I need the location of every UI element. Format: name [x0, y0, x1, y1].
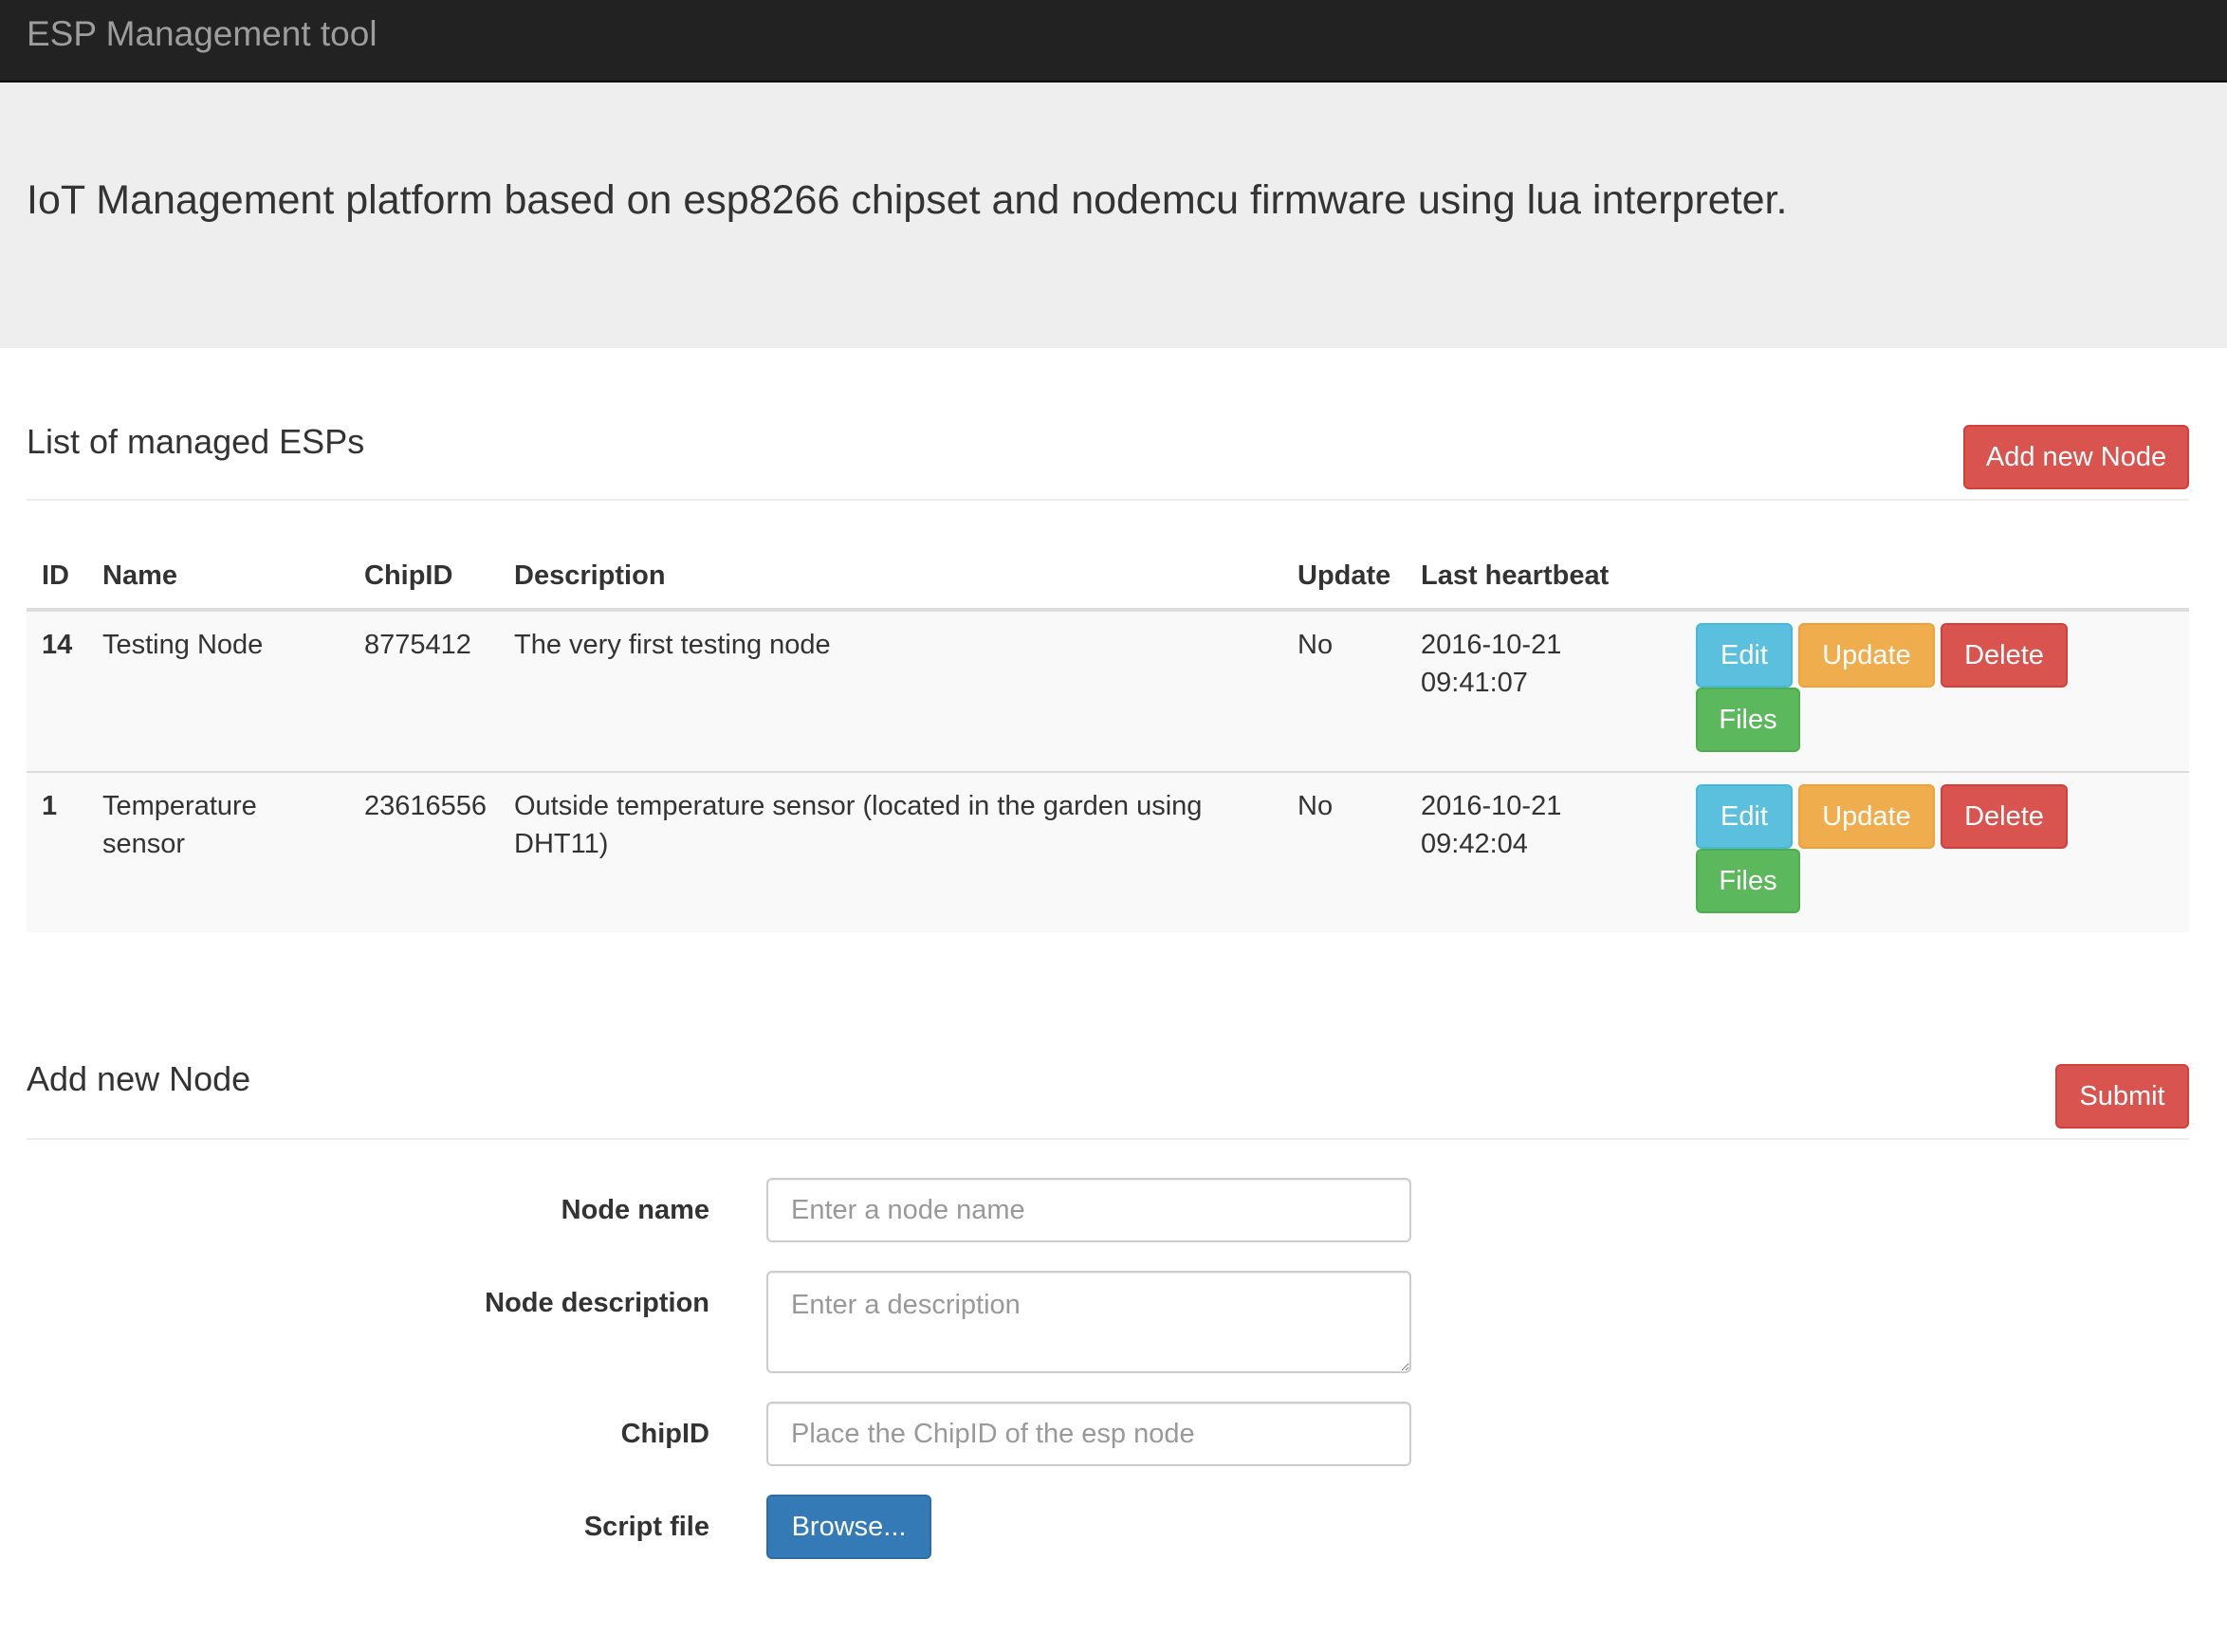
- row-name: Testing Node: [102, 630, 264, 660]
- node-description-label: Node description: [485, 1288, 709, 1318]
- update-button[interactable]: Update: [1798, 784, 1935, 849]
- table-header-name: Name: [102, 560, 177, 591]
- esp-table: ID Name ChipID Description Update Last h…: [27, 536, 2189, 932]
- row-heartbeat-time: 09:42:04: [1421, 829, 1528, 859]
- submit-button[interactable]: Submit: [2055, 1064, 2189, 1129]
- browse-button[interactable]: Browse...: [766, 1495, 931, 1559]
- table-header-id: ID: [42, 560, 69, 591]
- row-update: No: [1298, 630, 1334, 660]
- navbar-brand[interactable]: ESP Management tool: [27, 13, 377, 55]
- list-section-title: List of managed ESPs: [27, 422, 365, 461]
- node-name-label: Node name: [561, 1195, 709, 1225]
- delete-button[interactable]: Delete: [1941, 623, 2068, 688]
- table-header-chipid: ChipID: [364, 560, 453, 591]
- row-id: 1: [42, 791, 58, 821]
- row-heartbeat-date: 2016-10-21: [1421, 791, 1562, 821]
- add-node-section-header: Add new Node Submit: [27, 1055, 2189, 1140]
- row-description: The very first testing node: [514, 630, 831, 660]
- node-description-textarea[interactable]: [766, 1271, 1411, 1373]
- table-header-description: Description: [514, 560, 666, 591]
- row-id: 14: [42, 630, 73, 660]
- row-update: No: [1298, 791, 1334, 821]
- row-description: Outside temperature sensor (located in t…: [514, 791, 1203, 859]
- delete-button[interactable]: Delete: [1941, 784, 2068, 849]
- list-section-header: List of managed ESPs Add new Node: [27, 417, 2189, 501]
- navbar: ESP Management tool: [0, 0, 2227, 83]
- edit-button[interactable]: Edit: [1696, 784, 1793, 849]
- table-header-update: Update: [1298, 560, 1391, 591]
- jumbotron-lead: IoT Management platform based on esp8266…: [27, 177, 1788, 223]
- node-name-input[interactable]: [766, 1178, 1411, 1242]
- add-node-section-title: Add new Node: [27, 1059, 251, 1098]
- row-heartbeat-time: 09:41:07: [1421, 668, 1528, 698]
- update-button[interactable]: Update: [1798, 623, 1935, 688]
- chipid-label: ChipID: [620, 1419, 709, 1449]
- chipid-input[interactable]: [766, 1402, 1411, 1466]
- edit-button[interactable]: Edit: [1696, 623, 1793, 688]
- row-heartbeat-date: 2016-10-21: [1421, 630, 1562, 660]
- table-header-last-heartbeat: Last heartbeat: [1421, 560, 1610, 591]
- script-file-label: Script file: [583, 1512, 709, 1542]
- add-new-node-button[interactable]: Add new Node: [1963, 425, 2189, 489]
- files-button[interactable]: Files: [1696, 849, 1800, 913]
- table-row: 14 Testing Node 8775412 The very first t…: [27, 612, 2189, 771]
- row-chipid: 23616556: [364, 791, 488, 821]
- jumbotron: IoT Management platform based on esp8266…: [0, 83, 2227, 348]
- row-chipid: 8775412: [364, 630, 471, 660]
- files-button[interactable]: Files: [1696, 688, 1800, 752]
- table-row: 1 Temperature sensor 23616556 Outside te…: [27, 771, 2189, 932]
- row-name: Temperature sensor: [102, 791, 257, 859]
